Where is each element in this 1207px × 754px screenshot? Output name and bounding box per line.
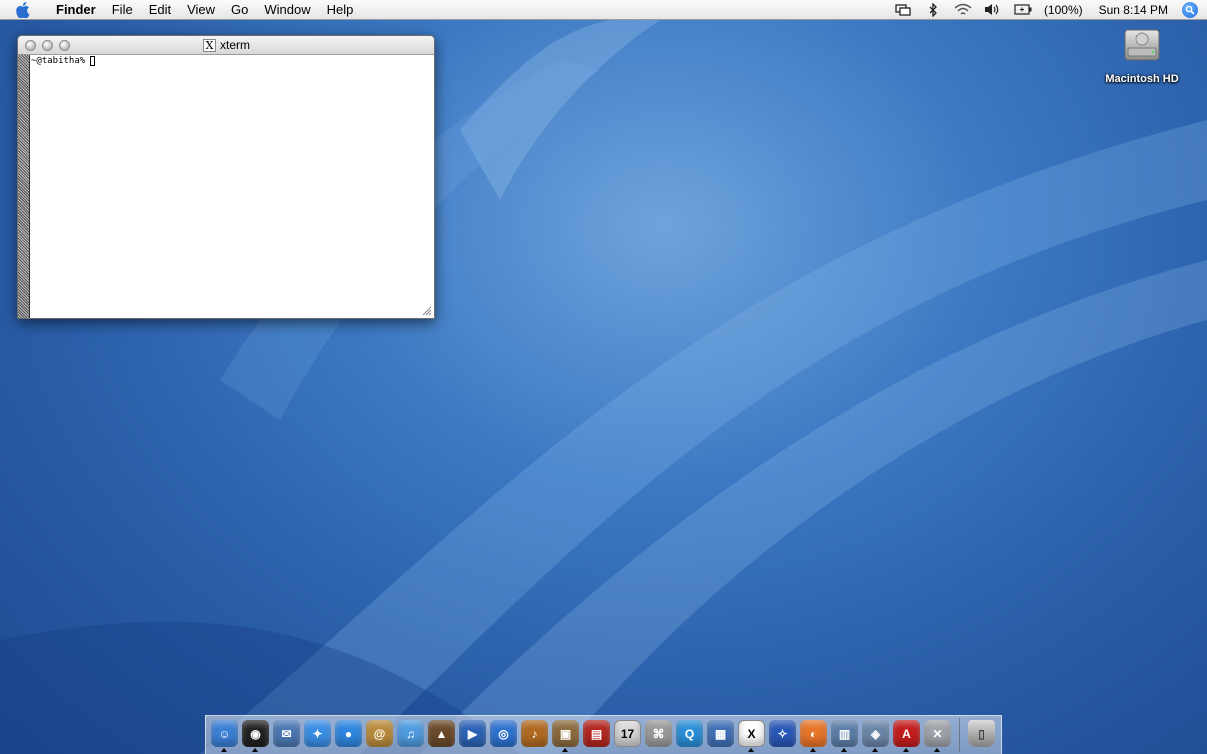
mail-preview-icon[interactable]: ✉ bbox=[273, 720, 300, 747]
menu-file[interactable]: File bbox=[104, 0, 141, 20]
xterm-window[interactable]: X xterm ~@tabitha% bbox=[17, 35, 435, 319]
ichat-icon[interactable]: ● bbox=[335, 720, 362, 747]
bluetooth-icon[interactable] bbox=[924, 2, 942, 17]
address-book-icon[interactable]: @ bbox=[366, 720, 393, 747]
dock-item-acrobat[interactable]: A bbox=[891, 718, 922, 752]
dock-item-safari[interactable]: ✦ bbox=[302, 718, 333, 752]
iphoto-icon[interactable]: ▲ bbox=[428, 720, 455, 747]
acrobat-icon[interactable]: A bbox=[893, 720, 920, 747]
dock-item-x11[interactable]: X bbox=[736, 718, 767, 752]
firefox-icon[interactable]: ◐ bbox=[800, 720, 827, 747]
dock-item-system-preferences[interactable]: ⌘ bbox=[643, 718, 674, 752]
dock-item-thunderbird-like[interactable]: ✧ bbox=[767, 718, 798, 752]
dock-item-mail-preview[interactable]: ✉ bbox=[271, 718, 302, 752]
terminal-prompt-line: ~@tabitha% bbox=[31, 56, 96, 66]
display-mirror-icon[interactable] bbox=[894, 3, 912, 17]
resize-grip-icon[interactable] bbox=[422, 306, 432, 316]
dock-item-network-utility[interactable]: ▥ bbox=[829, 718, 860, 752]
running-indicator bbox=[934, 748, 940, 752]
quicktime-icon[interactable]: Q bbox=[676, 720, 703, 747]
dock-item-ichat[interactable]: ● bbox=[333, 718, 364, 752]
x11-icon: X bbox=[203, 38, 216, 52]
garageband-icon[interactable]: ♪ bbox=[521, 720, 548, 747]
macintosh-hd[interactable]: Macintosh HD bbox=[1102, 26, 1182, 85]
ical-icon[interactable]: 17 bbox=[614, 720, 641, 747]
finder-icon[interactable]: ☺ bbox=[211, 720, 238, 747]
trash-icon[interactable]: ▯ bbox=[968, 720, 995, 747]
network-utility-icon[interactable]: ▥ bbox=[831, 720, 858, 747]
dock-item-network[interactable]: ▦ bbox=[705, 718, 736, 752]
xterm-title: X xterm bbox=[203, 36, 250, 54]
dock-item-garageband[interactable]: ♪ bbox=[519, 718, 550, 752]
itunes-icon[interactable]: ♫ bbox=[397, 720, 424, 747]
network-icon[interactable]: ▦ bbox=[707, 720, 734, 747]
xterm-titlebar[interactable]: X xterm bbox=[18, 36, 434, 55]
dock-item-imovie[interactable]: ▶ bbox=[457, 718, 488, 752]
running-indicator bbox=[562, 748, 568, 752]
menu-bar: Finder File Edit View Go Window Help (10… bbox=[0, 0, 1207, 20]
dock-item-keynote-like[interactable]: ▤ bbox=[581, 718, 612, 752]
preview-icon[interactable]: ◈ bbox=[862, 720, 889, 747]
zoom-button[interactable] bbox=[59, 39, 70, 51]
running-indicator bbox=[221, 748, 227, 752]
dock-item-iweb[interactable]: ▣ bbox=[550, 718, 581, 752]
dashboard-icon[interactable]: ◉ bbox=[242, 720, 269, 747]
menu-extras: (100%) Sun 8:14 PM bbox=[888, 0, 1207, 20]
xterm-title-text: xterm bbox=[220, 38, 250, 52]
terminal-area[interactable]: ~@tabitha% bbox=[18, 55, 434, 318]
safari-icon[interactable]: ✦ bbox=[304, 720, 331, 747]
dock-item-idvd[interactable]: ◎ bbox=[488, 718, 519, 752]
dock-item-firefox[interactable]: ◐ bbox=[798, 718, 829, 752]
running-indicator bbox=[841, 748, 847, 752]
battery-icon[interactable] bbox=[1014, 3, 1032, 17]
dock-item-utility[interactable]: ✕ bbox=[922, 718, 953, 752]
dock-item-itunes[interactable]: ♫ bbox=[395, 718, 426, 752]
imovie-icon[interactable]: ▶ bbox=[459, 720, 486, 747]
menu-go[interactable]: Go bbox=[223, 0, 256, 20]
x11-icon[interactable]: X bbox=[738, 720, 765, 747]
dock-separator bbox=[959, 718, 960, 752]
minimize-button[interactable] bbox=[42, 39, 53, 51]
dock-item-preview[interactable]: ◈ bbox=[860, 718, 891, 752]
terminal-scrollbar[interactable] bbox=[18, 55, 30, 318]
menu-clock[interactable]: Sun 8:14 PM bbox=[1099, 3, 1168, 17]
menu-view[interactable]: View bbox=[179, 0, 223, 20]
dock-item-ical[interactable]: 17 bbox=[612, 718, 643, 752]
system-preferences-icon[interactable]: ⌘ bbox=[645, 720, 672, 747]
dock-item-dashboard[interactable]: ◉ bbox=[240, 718, 271, 752]
volume-icon[interactable] bbox=[984, 3, 1002, 17]
running-indicator bbox=[903, 748, 909, 752]
keynote-like-icon[interactable]: ▤ bbox=[583, 720, 610, 747]
dock: ☺ ◉ ✉ ✦ ● @ ♫ ▲ ▶ ◎ ♪ ▣ ▤ 17 ⌘ Q ▦ X ✧ ◐ ▥ ◈ A ✕ ▯ bbox=[205, 715, 1002, 754]
menu-window[interactable]: Window bbox=[256, 0, 318, 20]
terminal-cursor bbox=[90, 56, 96, 66]
wifi-icon[interactable] bbox=[954, 3, 972, 17]
running-indicator bbox=[252, 748, 258, 752]
running-indicator bbox=[810, 748, 816, 752]
spotlight-icon[interactable] bbox=[1182, 1, 1198, 18]
dock-item-trash[interactable]: ▯ bbox=[966, 718, 997, 752]
menu-help[interactable]: Help bbox=[319, 0, 362, 20]
terminal-prompt: ~@tabitha% bbox=[31, 56, 86, 66]
battery-percent[interactable]: (100%) bbox=[1044, 3, 1083, 17]
idvd-icon[interactable]: ◎ bbox=[490, 720, 517, 747]
running-indicator bbox=[748, 748, 754, 752]
utility-icon[interactable]: ✕ bbox=[924, 720, 951, 747]
apple-icon[interactable] bbox=[16, 1, 32, 18]
running-indicator bbox=[872, 748, 878, 752]
close-button[interactable] bbox=[25, 39, 36, 51]
thunderbird-like-icon[interactable]: ✧ bbox=[769, 720, 796, 747]
iweb-icon[interactable]: ▣ bbox=[552, 720, 579, 747]
macintosh-hd-label: Macintosh HD bbox=[1105, 73, 1179, 85]
dock-item-quicktime[interactable]: Q bbox=[674, 718, 705, 752]
menu-edit[interactable]: Edit bbox=[141, 0, 179, 20]
menu-app-finder[interactable]: Finder bbox=[46, 0, 104, 20]
hard-drive-icon[interactable] bbox=[1122, 26, 1162, 66]
dock-item-address-book[interactable]: @ bbox=[364, 718, 395, 752]
dock-item-iphoto[interactable]: ▲ bbox=[426, 718, 457, 752]
dock-item-finder[interactable]: ☺ bbox=[209, 718, 240, 752]
